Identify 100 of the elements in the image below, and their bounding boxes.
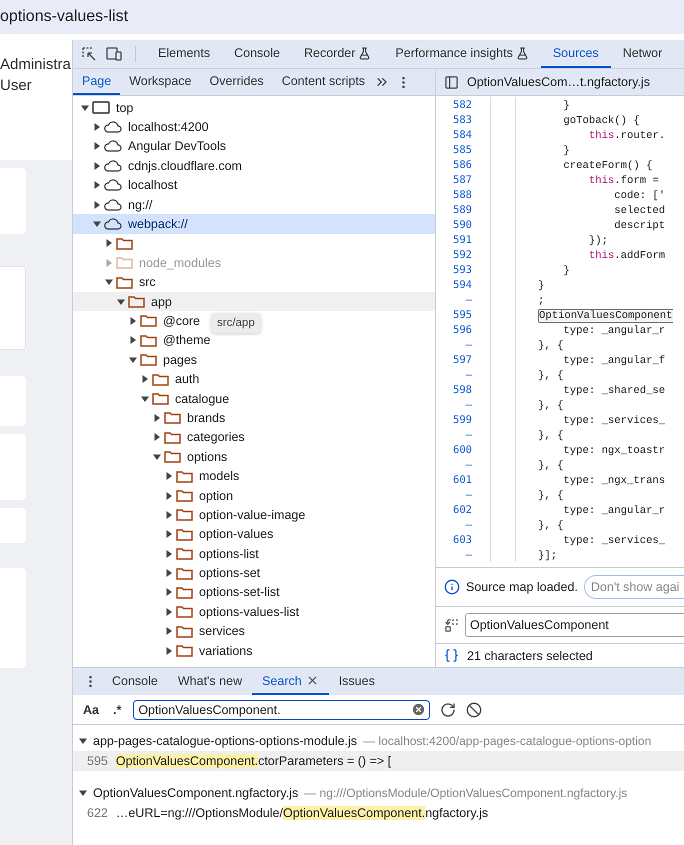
expand-arrow-icon[interactable] — [93, 181, 101, 190]
code-text: }, { — [538, 430, 564, 442]
result-file-name[interactable]: OptionValuesComponent.ngfactory.js — [93, 786, 298, 800]
panel-tab[interactable]: Networ — [610, 40, 674, 68]
collapse-arrow-icon[interactable] — [79, 789, 87, 797]
folder-icon — [140, 353, 157, 366]
folder-icon — [176, 605, 193, 618]
tree-item[interactable]: src — [73, 272, 156, 292]
code-text: selected — [613, 205, 666, 217]
drawer-tab[interactable]: Search — [252, 668, 329, 695]
tree-item-label: brands — [187, 410, 226, 425]
clear-results-icon[interactable] — [466, 702, 482, 718]
code-text: .addForm — [614, 250, 666, 262]
refresh-icon[interactable] — [440, 702, 456, 718]
tree-item[interactable]: options-list — [73, 544, 259, 564]
tree-item[interactable]: options-set-list — [73, 582, 280, 602]
line-number: 592 — [452, 248, 472, 260]
line-number: 590 — [452, 218, 472, 230]
expand-arrow-icon[interactable] — [165, 472, 173, 480]
expand-arrow-icon[interactable] — [141, 375, 149, 384]
collapse-arrow-icon[interactable] — [129, 356, 137, 364]
panel-tab[interactable]: Performance insights — [383, 40, 541, 68]
navigator-tab[interactable]: Overrides — [200, 69, 273, 95]
tree-item[interactable]: variations — [73, 640, 252, 660]
panel-tab[interactable]: Recorder — [292, 40, 384, 68]
tree-item[interactable]: brands — [73, 408, 226, 428]
braces-icon[interactable] — [444, 648, 459, 663]
panel-tab[interactable]: Elements — [146, 40, 222, 68]
tree-item[interactable]: option-values — [73, 524, 274, 544]
tree-item[interactable]: webpack:// — [73, 214, 435, 234]
tree-item[interactable]: categories — [73, 428, 245, 448]
expand-arrow-icon[interactable] — [165, 569, 173, 578]
search-match: OptionValuesComponent — [538, 309, 673, 323]
search-result[interactable]: …eURL=ng:///OptionsModule/OptionValuesComponent.ngfactory.js — [116, 806, 488, 820]
expand-arrow-icon[interactable] — [165, 646, 173, 655]
drawer-tab[interactable]: Console — [102, 668, 168, 695]
expand-arrow-icon[interactable] — [165, 510, 173, 519]
tree-item[interactable]: models — [73, 466, 240, 486]
code-text: type: _shared_se — [562, 385, 666, 397]
expand-arrow-icon[interactable] — [165, 588, 173, 596]
match-case-button[interactable]: Aa — [81, 702, 101, 716]
code-text: code: [' — [613, 190, 666, 202]
navigator-tab[interactable]: Page — [73, 69, 120, 95]
tree-item[interactable]: @core — [73, 311, 200, 331]
search-field[interactable]: OptionValuesComponent. — [133, 700, 430, 720]
regex-button[interactable]: .* — [110, 702, 124, 716]
find-field[interactable]: OptionValuesComponent — [465, 613, 684, 637]
tree-item[interactable]: options-set — [73, 563, 260, 583]
collapse-arrow-icon[interactable] — [81, 104, 89, 112]
collapse-arrow-icon[interactable] — [141, 394, 149, 403]
tree-item[interactable]: localhost:4200 — [73, 117, 209, 137]
tree-item[interactable]: option — [73, 486, 234, 506]
tree-item[interactable]: Angular DevTools — [73, 136, 226, 156]
navigator-tab[interactable]: Workspace — [120, 69, 200, 95]
close-icon[interactable] — [306, 674, 319, 687]
code-text: type: _services_ — [562, 415, 666, 427]
result-file-name[interactable]: app-pages-catalogue-options-options-module.js — [93, 734, 358, 748]
expand-arrow-icon[interactable] — [93, 200, 101, 209]
expand-arrow-icon[interactable] — [153, 433, 161, 442]
inspect-icon[interactable] — [81, 46, 97, 62]
code-text: .router. — [614, 130, 666, 142]
tree-item[interactable]: services — [73, 622, 245, 641]
tree-item[interactable]: catalogue — [73, 388, 230, 408]
expand-arrow-icon[interactable] — [165, 608, 173, 616]
replace-icon[interactable] — [444, 618, 459, 632]
expand-arrow-icon[interactable] — [105, 239, 113, 248]
line-number: 594 — [452, 278, 472, 290]
device-icon[interactable] — [105, 46, 123, 62]
expand-arrow-icon[interactable] — [93, 162, 101, 170]
collapse-arrow-icon[interactable] — [153, 452, 161, 461]
expand-arrow-icon[interactable] — [129, 316, 137, 325]
tree-item[interactable]: @theme — [73, 330, 210, 350]
navigator-tab[interactable]: Content scripts — [272, 69, 374, 95]
drawer-tab[interactable]: Issues — [328, 668, 385, 695]
expand-arrow-icon[interactable] — [165, 492, 173, 500]
collapse-arrow-icon[interactable] — [79, 737, 87, 745]
code-text: descript — [613, 220, 666, 232]
line-number: 595 — [452, 308, 472, 320]
drawer-tab[interactable]: What's new — [168, 668, 252, 695]
collapse-arrow-icon[interactable] — [93, 220, 101, 228]
tree-item[interactable]: options — [73, 447, 228, 466]
expand-arrow-icon[interactable] — [165, 550, 173, 558]
panel-tab[interactable]: Console — [222, 40, 292, 68]
expand-arrow-icon[interactable] — [93, 123, 101, 132]
collapse-arrow-icon[interactable] — [105, 278, 113, 286]
tree-item[interactable]: option-value-image — [73, 505, 306, 525]
expand-arrow-icon[interactable] — [165, 530, 173, 538]
tree-item[interactable]: cdnjs.cloudflare.com — [73, 156, 242, 176]
tree-item[interactable]: top — [73, 98, 134, 118]
expand-arrow-icon[interactable] — [165, 627, 173, 636]
tree-item[interactable]: options-values-list — [73, 602, 300, 622]
expand-arrow-icon[interactable] — [93, 142, 101, 150]
tree-item[interactable]: localhost — [73, 176, 178, 195]
tree-item[interactable]: ng:// — [73, 194, 152, 214]
expand-arrow-icon[interactable] — [153, 414, 161, 422]
expand-arrow-icon[interactable] — [129, 336, 137, 344]
tree-item[interactable]: pages — [73, 350, 198, 370]
collapse-arrow-icon[interactable] — [117, 298, 125, 306]
tree-item[interactable]: auth — [73, 369, 200, 389]
line-number: – — [464, 428, 472, 440]
